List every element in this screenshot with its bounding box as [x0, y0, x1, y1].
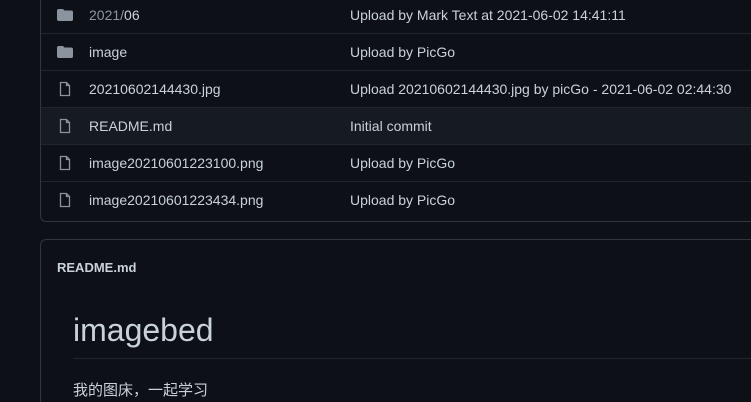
file-icon [57, 81, 73, 97]
file-list: 2021/06 Upload by Mark Text at 2021-06-0… [40, 0, 751, 222]
heading-divider [73, 358, 751, 359]
file-row-readme[interactable]: README.md Initial commit [41, 107, 751, 144]
file-icon [57, 192, 73, 208]
file-name-link[interactable]: image20210601223434.png [89, 192, 263, 208]
commit-message-link[interactable]: Initial commit [350, 118, 432, 134]
commit-message-link[interactable]: Upload by PicGo [350, 155, 455, 171]
file-icon [57, 155, 73, 171]
folder-path-parent[interactable]: 2021/ [89, 7, 124, 23]
commit-message-link[interactable]: Upload by PicGo [350, 192, 455, 208]
readme-title-link[interactable]: README.md [57, 260, 136, 275]
folder-icon [57, 44, 73, 60]
file-name-link[interactable]: 20210602144430.jpg [89, 81, 221, 97]
repository-page: 2021/06 Upload by Mark Text at 2021-06-0… [0, 0, 751, 402]
commit-message-link[interactable]: Upload 20210602144430.jpg by picGo - 202… [350, 81, 731, 97]
readme-panel: README.md imagebed 我的图床，一起学习 [40, 239, 751, 402]
commit-message-link[interactable]: Upload by PicGo [350, 44, 455, 60]
folder-path-last[interactable]: 06 [124, 7, 140, 23]
file-row-2021-06[interactable]: 2021/06 Upload by Mark Text at 2021-06-0… [41, 0, 751, 33]
file-name-link[interactable]: image20210601223100.png [89, 155, 263, 171]
file-row-jpg[interactable]: 20210602144430.jpg Upload 20210602144430… [41, 70, 751, 107]
file-row-png-1[interactable]: image20210601223100.png Upload by PicGo [41, 144, 751, 181]
file-name-link[interactable]: README.md [89, 118, 172, 134]
file-row-image[interactable]: image Upload by PicGo [41, 33, 751, 70]
folder-icon [57, 7, 73, 23]
file-name-link[interactable]: image [89, 44, 127, 60]
file-row-png-2[interactable]: image20210601223434.png Upload by PicGo [41, 181, 751, 218]
readme-paragraph: 我的图床，一起学习 [73, 381, 209, 399]
commit-message-link[interactable]: Upload by Mark Text at 2021-06-02 14:41:… [350, 7, 626, 23]
file-icon [57, 118, 73, 134]
readme-heading: imagebed [73, 312, 214, 348]
file-name-link[interactable]: 2021/06 [89, 7, 140, 23]
